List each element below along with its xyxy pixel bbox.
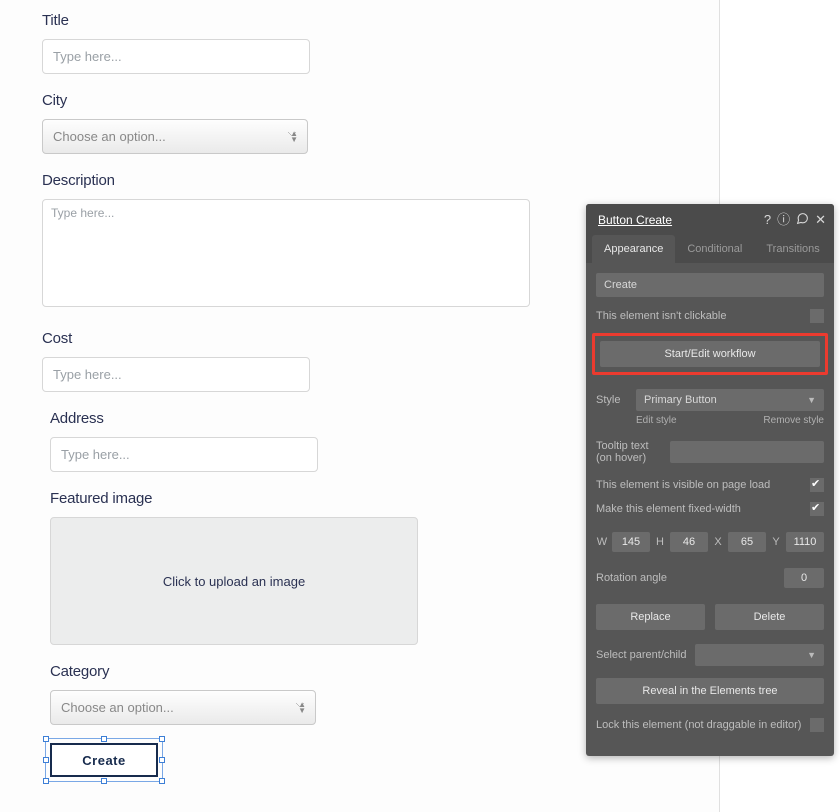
inspector-body: This element isn't clickable Start/Edit … (586, 263, 834, 756)
resize-handle[interactable] (43, 778, 49, 784)
visible-toggle[interactable] (810, 478, 824, 492)
replace-delete-row: Replace Delete (596, 604, 824, 630)
x-input[interactable] (728, 532, 766, 552)
inspector-header[interactable]: Button Create ? ⓘ ✕ (586, 204, 834, 235)
resize-handle[interactable] (101, 778, 107, 784)
y-input[interactable] (786, 532, 824, 552)
description-input[interactable] (42, 199, 530, 307)
tab-appearance[interactable]: Appearance (592, 235, 675, 263)
address-input[interactable] (50, 437, 318, 472)
select-parent-label: Select parent/child (596, 649, 687, 661)
title-label: Title (42, 12, 719, 29)
replace-button[interactable]: Replace (596, 604, 705, 630)
width-input[interactable] (612, 532, 650, 552)
title-input[interactable] (42, 39, 310, 74)
inspector-panel: Button Create ? ⓘ ✕ Appearance Condition… (586, 204, 834, 756)
fixed-width-label: Make this element fixed-width (596, 503, 741, 515)
upload-cta: Click to upload an image (163, 574, 305, 589)
create-button-selection: Create (50, 743, 158, 777)
close-icon[interactable]: ✕ (815, 213, 826, 226)
chevron-down-icon: ▼ (807, 650, 816, 660)
cost-input[interactable] (42, 357, 310, 392)
city-label: City (42, 92, 719, 109)
chevron-down-icon: ▼ (807, 395, 816, 405)
lock-row: Lock this element (not draggable in edit… (596, 718, 824, 732)
help-icon[interactable]: ? (764, 213, 771, 226)
coordinates-row: W H X Y (596, 532, 824, 552)
tooltip-row: Tooltip text (on hover) (596, 440, 824, 464)
workflow-highlight: Start/Edit workflow (592, 333, 828, 375)
lock-toggle[interactable] (810, 718, 824, 732)
resize-handle[interactable] (43, 736, 49, 742)
rotation-row: Rotation angle (596, 568, 824, 588)
tooltip-input[interactable] (670, 441, 824, 463)
style-select[interactable]: Primary Button ▼ (636, 389, 824, 411)
info-icon[interactable]: ⓘ (777, 213, 790, 226)
select-parent-dropdown[interactable]: ▼ (695, 644, 825, 666)
resize-handle[interactable] (159, 757, 165, 763)
field-title: Title (42, 12, 719, 74)
tab-transitions[interactable]: Transitions (754, 235, 831, 263)
city-select[interactable]: Choose an option... (42, 119, 308, 154)
edit-style-link[interactable]: Edit style (636, 415, 677, 426)
not-clickable-toggle[interactable] (810, 309, 824, 323)
rotation-input[interactable] (784, 568, 824, 588)
tab-conditional[interactable]: Conditional (675, 235, 754, 263)
resize-handle[interactable] (159, 736, 165, 742)
y-label: Y (770, 536, 782, 548)
rotation-label: Rotation angle (596, 572, 667, 584)
inspector-tabs: Appearance Conditional Transitions (586, 235, 834, 263)
inspector-title: Button Create (598, 213, 758, 227)
field-city: City Choose an option... ▲▼ (42, 92, 719, 154)
image-upload-box[interactable]: Click to upload an image (50, 517, 418, 645)
style-sublinks: Edit style Remove style (596, 415, 824, 426)
visible-row: This element is visible on page load (596, 478, 824, 492)
reveal-elements-tree-button[interactable]: Reveal in the Elements tree (596, 678, 824, 704)
resize-handle[interactable] (159, 778, 165, 784)
fixed-width-toggle[interactable] (810, 502, 824, 516)
create-button[interactable]: Create (50, 743, 158, 777)
style-label: Style (596, 394, 628, 406)
resize-handle[interactable] (101, 736, 107, 742)
h-label: H (654, 536, 666, 548)
w-label: W (596, 536, 608, 548)
not-clickable-label: This element isn't clickable (596, 310, 727, 322)
delete-button[interactable]: Delete (715, 604, 824, 630)
comment-icon[interactable] (796, 212, 809, 227)
category-select-wrap: Choose an option... ▲▼ (50, 690, 316, 725)
visible-label: This element is visible on page load (596, 479, 770, 491)
resize-handle[interactable] (43, 757, 49, 763)
remove-style-link[interactable]: Remove style (763, 415, 824, 426)
select-parent-row: Select parent/child ▼ (596, 644, 824, 666)
description-label: Description (42, 172, 719, 189)
style-row: Style Primary Button ▼ (596, 389, 824, 411)
not-clickable-row: This element isn't clickable (596, 309, 824, 323)
height-input[interactable] (670, 532, 708, 552)
button-text-input[interactable] (596, 273, 824, 297)
tooltip-label: Tooltip text (on hover) (596, 440, 664, 464)
category-select[interactable]: Choose an option... (50, 690, 316, 725)
style-value: Primary Button (644, 394, 717, 406)
x-label: X (712, 536, 724, 548)
lock-label: Lock this element (not draggable in edit… (596, 719, 801, 731)
fixed-width-row: Make this element fixed-width (596, 502, 824, 516)
start-edit-workflow-button[interactable]: Start/Edit workflow (600, 341, 820, 367)
city-select-wrap: Choose an option... ▲▼ (42, 119, 308, 154)
